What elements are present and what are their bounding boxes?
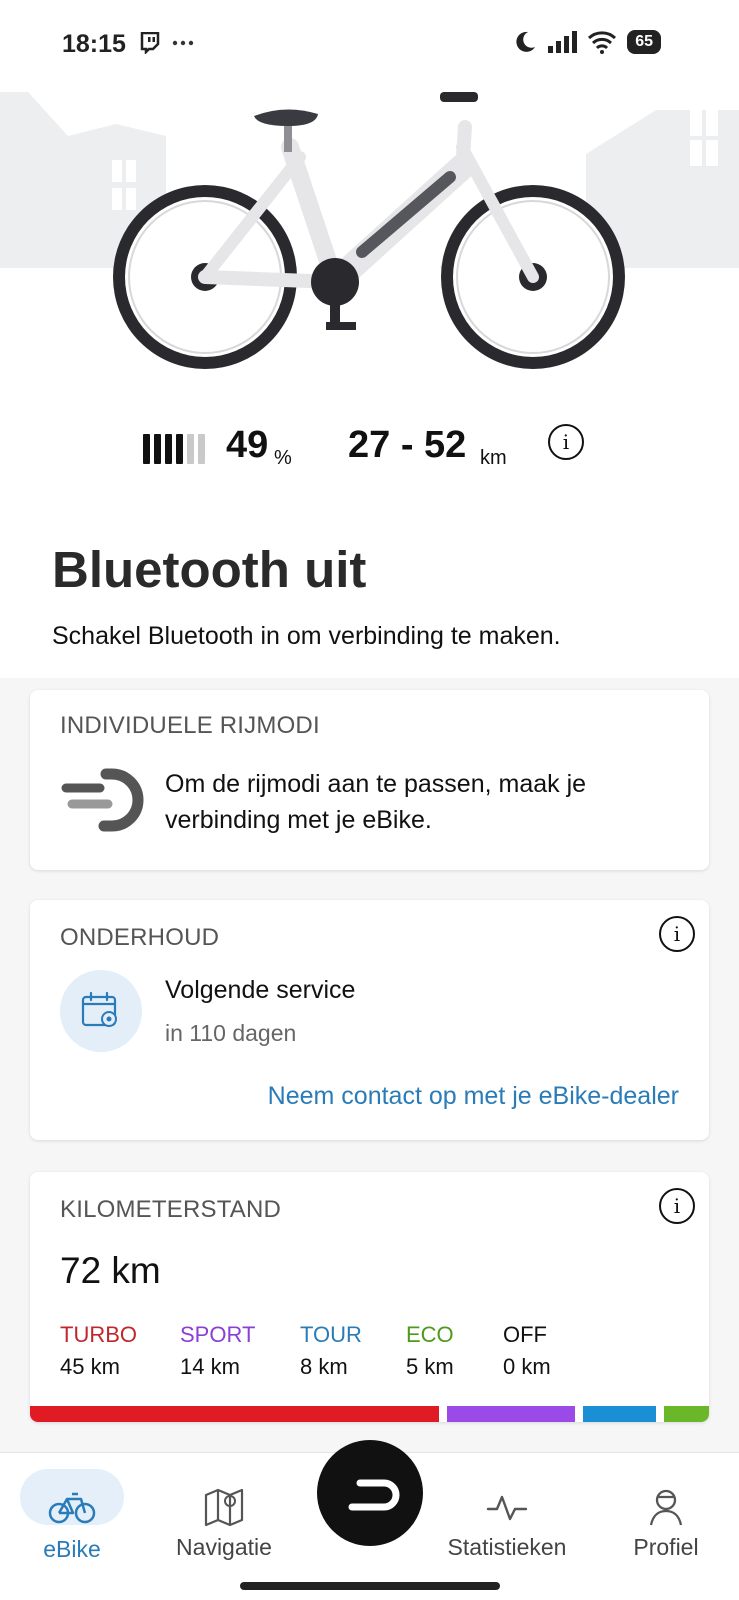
- ride-button[interactable]: [317, 1440, 423, 1546]
- bluetooth-subtitle: Schakel Bluetooth in om verbinding te ma…: [52, 622, 561, 650]
- moon-icon: [516, 31, 536, 52]
- nav-label: Profiel: [633, 1534, 699, 1560]
- mode-turbo: TURBO 45 km: [60, 1322, 137, 1380]
- bike-icon: [48, 1492, 96, 1524]
- nav-label: Navigatie: [176, 1534, 272, 1560]
- nav-label: eBike: [43, 1536, 101, 1562]
- service-title: Volgende service: [165, 976, 356, 1004]
- service-calendar-badge: [60, 970, 142, 1052]
- mode-eco: ECO 5 km: [406, 1322, 454, 1380]
- kilometerstand-info-icon[interactable]: i: [659, 1188, 695, 1224]
- mode-off: OFF 0 km: [503, 1322, 551, 1380]
- mode-distance: 0 km: [503, 1354, 551, 1379]
- onderhoud-label: ONDERHOUD: [60, 924, 220, 951]
- mode-distance: 45 km: [60, 1354, 120, 1379]
- bike-illustration: [0, 92, 739, 369]
- ride-modes-icon: [61, 768, 144, 832]
- mode-sport: SPORT 14 km: [180, 1322, 255, 1380]
- wifi-icon: [588, 31, 617, 54]
- mode-name: TOUR: [300, 1322, 362, 1347]
- nav-item-statistieken[interactable]: Statistieken: [442, 1463, 572, 1561]
- home-indicator: [240, 1582, 500, 1590]
- nav-item-navigatie[interactable]: Navigatie: [159, 1463, 289, 1561]
- status-bar: 18:15 65: [0, 0, 739, 92]
- rijmodi-card[interactable]: INDIVIDUELE RIJMODI Om de rijmodi aan te…: [30, 690, 709, 870]
- profile-icon: [649, 1489, 683, 1526]
- map-icon: [204, 1488, 244, 1527]
- bike-hero: [0, 92, 739, 402]
- mode-name: ECO: [406, 1322, 454, 1347]
- mode-name: TURBO: [60, 1322, 137, 1347]
- mode-distance: 14 km: [180, 1354, 240, 1379]
- rijmodi-label: INDIVIDUELE RIJMODI: [60, 712, 320, 739]
- range-unit: km: [480, 447, 507, 469]
- mode-name: SPORT: [180, 1322, 256, 1347]
- kilometerstand-card: KILOMETERSTAND i 72 km TURBO 45 km SPORT…: [30, 1172, 709, 1422]
- nav-item-profiel[interactable]: Profiel: [601, 1463, 731, 1561]
- onderhoud-card: ONDERHOUD i Volgende service in 110 dage…: [30, 900, 709, 1140]
- battery-percent: 49: [226, 424, 269, 466]
- contact-dealer-link[interactable]: Neem contact op met je eBike-dealer: [268, 1082, 679, 1111]
- battery-indicator: 65: [627, 30, 661, 54]
- mode-bar-segment-tour: [582, 1406, 656, 1422]
- signal-icon: [548, 31, 578, 53]
- mode-distribution-bar: [30, 1406, 709, 1422]
- status-time: 18:15: [62, 30, 126, 58]
- battery-unit: %: [274, 447, 292, 469]
- nav-label: Statistieken: [447, 1534, 567, 1560]
- bluetooth-title: Bluetooth uit: [52, 541, 367, 598]
- mode-name: OFF: [503, 1322, 547, 1347]
- service-due: in 110 dagen: [165, 1020, 297, 1046]
- mode-bar-segment-sport: [447, 1406, 575, 1422]
- odometer-total: 72 km: [60, 1250, 161, 1291]
- mode-tour: TOUR 8 km: [300, 1322, 362, 1380]
- activity-icon: [486, 1495, 528, 1521]
- mode-distance: 8 km: [300, 1354, 348, 1379]
- kilometerstand-label: KILOMETERSTAND: [60, 1196, 282, 1223]
- nav-item-ebike[interactable]: eBike: [7, 1463, 137, 1563]
- ride-mode-icon: [348, 1479, 400, 1511]
- mode-bar-segment-eco: [663, 1406, 709, 1422]
- twitch-icon: [140, 32, 160, 54]
- range-info-icon[interactable]: i: [548, 424, 584, 460]
- calendar-gear-icon: [81, 992, 117, 1027]
- onderhoud-info-icon[interactable]: i: [659, 916, 695, 952]
- more-dots-icon: [172, 40, 194, 46]
- mode-distance: 5 km: [406, 1354, 454, 1379]
- mode-bar-segment-turbo: [30, 1406, 440, 1422]
- range-value: 27 - 52: [348, 424, 467, 466]
- rijmodi-text: Om de rijmodi aan te passen, maak je ver…: [165, 770, 587, 834]
- battery-level-bars: [143, 434, 205, 464]
